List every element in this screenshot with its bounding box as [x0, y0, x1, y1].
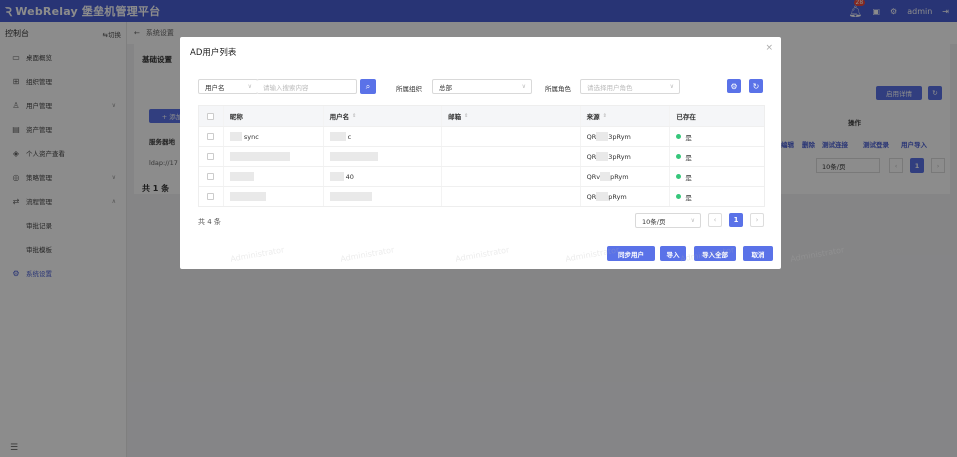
username-cell: c: [347, 132, 352, 141]
role-label: 所属角色: [545, 85, 571, 93]
modal-title: AD用户列表: [190, 48, 237, 58]
source-cell: QR: [586, 152, 597, 161]
table-row[interactable]: QR pRym 是: [199, 186, 764, 206]
source-cell: QR: [586, 132, 597, 141]
settings-icon-button[interactable]: ⚙: [727, 79, 741, 93]
col-nickname: 昵称: [224, 106, 324, 126]
modal-total: 共 4 条: [198, 218, 221, 226]
col-exists: 已存在: [676, 113, 696, 121]
refresh-icon-button[interactable]: ↻: [749, 79, 763, 93]
sort-icon: ⇕: [464, 113, 469, 119]
status-dot: [676, 134, 682, 139]
exists-cell: 是: [685, 193, 692, 202]
chevron-down-icon: ∨: [690, 217, 695, 224]
status-dot: [676, 194, 682, 199]
sort-icon: ⇕: [352, 113, 357, 119]
email-cell: [442, 147, 581, 166]
search-button[interactable]: ⌕: [360, 79, 376, 94]
col-email[interactable]: 邮箱 ⇕: [442, 106, 581, 126]
page-1-button[interactable]: 1: [729, 213, 743, 227]
ad-user-list-modal: AD用户列表 × 用户名 ∨ 请输入搜索内容 ⌕ 所属组织 总部 ∨ 所属角色 请选…: [180, 37, 781, 269]
email-cell: [442, 127, 581, 146]
import-all-button[interactable]: 导入全部: [694, 246, 736, 261]
sort-icon: ⇕: [602, 113, 607, 119]
username-cell: 40: [345, 172, 354, 181]
page-size-select[interactable]: 10条/页 ∨: [635, 213, 701, 228]
status-dot: [676, 154, 682, 159]
prev-page-button[interactable]: ‹: [708, 213, 722, 227]
email-cell: [442, 167, 581, 186]
status-dot: [676, 174, 682, 179]
search-field-select[interactable]: 用户名 ∨: [198, 79, 258, 94]
import-button[interactable]: 导入: [660, 246, 686, 261]
chevron-down-icon: ∨: [669, 83, 674, 90]
chevron-down-icon: ∨: [521, 83, 526, 90]
sync-users-button[interactable]: 同步用户: [607, 246, 655, 261]
table-row[interactable]: 40 QRv pRym 是: [199, 166, 764, 186]
table-header: 昵称 用户名 ⇕ 邮箱 ⇕ 来源 ⇕ 已存在: [199, 106, 764, 126]
source-cell: QR: [586, 192, 597, 201]
row-checkbox[interactable]: [199, 147, 224, 166]
row-checkbox[interactable]: [199, 187, 224, 206]
exists-cell: 是: [685, 173, 692, 182]
table-row[interactable]: sync c QR 3pRym 是: [199, 126, 764, 146]
nickname-cell: sync: [243, 132, 259, 141]
source-cell: QRv: [586, 172, 601, 181]
col-source[interactable]: 来源 ⇕: [581, 106, 671, 126]
exists-cell: 是: [685, 153, 692, 162]
row-checkbox[interactable]: [199, 167, 224, 186]
org-select[interactable]: 总部 ∨: [432, 79, 532, 94]
cancel-button[interactable]: 取消: [743, 246, 773, 261]
org-label: 所属组织: [396, 85, 422, 93]
exists-cell: 是: [685, 133, 692, 142]
user-table: 昵称 用户名 ⇕ 邮箱 ⇕ 来源 ⇕ 已存在 sync c QR 3pRym 是 QR 3…: [198, 105, 765, 207]
select-all-checkbox[interactable]: [199, 106, 224, 126]
role-select[interactable]: 请选择用户角色 ∨: [580, 79, 680, 94]
email-cell: [442, 187, 581, 206]
row-checkbox[interactable]: [199, 127, 224, 146]
search-input[interactable]: 请输入搜索内容: [257, 79, 357, 94]
chevron-down-icon: ∨: [247, 83, 252, 90]
col-username[interactable]: 用户名 ⇕: [324, 106, 443, 126]
close-icon[interactable]: ×: [765, 43, 773, 53]
search-icon: ⌕: [365, 81, 371, 91]
next-page-button[interactable]: ›: [750, 213, 764, 227]
table-row[interactable]: QR 3pRym 是: [199, 146, 764, 166]
